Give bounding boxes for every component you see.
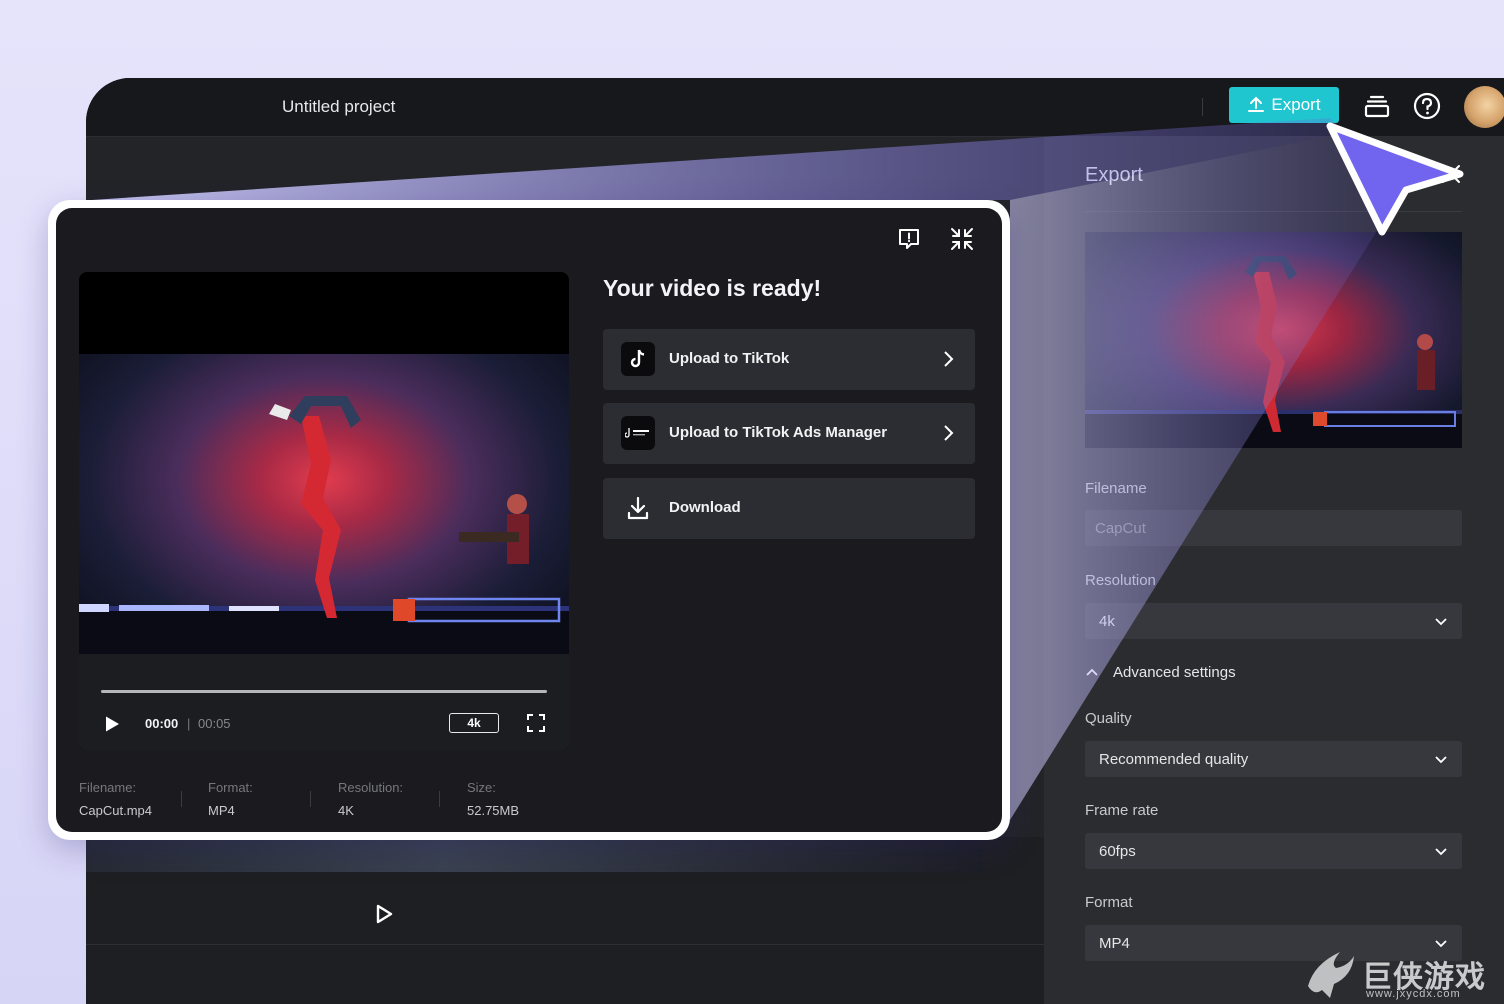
dancer-silhouette — [1085, 256, 1462, 448]
meta-size-value: 52.75MB — [467, 803, 520, 818]
resolution-label: Resolution — [1085, 572, 1156, 589]
meta-size-key: Size: — [467, 780, 496, 795]
meta-filename-value: CapCut.mp4 — [79, 803, 152, 818]
filename-input[interactable]: CapCut — [1085, 510, 1462, 546]
frame-rate-select[interactable]: 60fps — [1085, 833, 1462, 869]
watermark-url: www.jxycdx.com — [1366, 988, 1461, 1000]
tiktok-business-icon — [621, 416, 655, 450]
frame-rate-label: Frame rate — [1085, 802, 1159, 819]
advanced-settings-toggle[interactable]: Advanced settings — [1085, 664, 1236, 681]
meta-filename: Filename: CapCut.mp4 — [79, 780, 152, 818]
video-player[interactable]: 00:00 | 00:05 4k — [79, 272, 569, 751]
quality-value: Recommended quality — [1099, 750, 1249, 768]
download-button[interactable]: Download — [603, 478, 975, 539]
filename-label: Filename — [1085, 480, 1147, 497]
meta-resolution-value: 4K — [338, 803, 354, 818]
chevron-right-icon — [944, 351, 954, 367]
play-icon[interactable] — [103, 715, 121, 733]
upload-tiktok-label: Upload to TikTok — [669, 350, 790, 367]
meta-format-key: Format: — [208, 780, 253, 795]
export-panel-title: Export — [1085, 164, 1143, 186]
meta-format: Format: MP4 — [208, 780, 253, 818]
cursor-pointer-icon — [1326, 122, 1464, 236]
quality-label: Quality — [1085, 710, 1132, 727]
chevron-down-icon — [1435, 618, 1447, 626]
meta-size: Size: 52.75MB — [467, 780, 519, 818]
fullscreen-icon[interactable] — [527, 714, 545, 732]
chevron-down-icon — [1435, 848, 1447, 856]
collapse-icon[interactable] — [949, 226, 975, 252]
quality-select[interactable]: Recommended quality — [1085, 741, 1462, 777]
export-ready-modal: 00:00 | 00:05 4k Your video is ready! Up… — [56, 208, 1002, 832]
upload-tiktok-button[interactable]: Upload to TikTok — [603, 329, 975, 390]
meta-resolution: Resolution: 4K — [338, 780, 403, 818]
meta-separator — [439, 791, 440, 807]
feedback-icon[interactable] — [896, 226, 922, 252]
help-icon[interactable] — [1412, 91, 1442, 121]
video-thumbnail — [1085, 232, 1462, 448]
upload-icon — [1248, 96, 1265, 112]
watermark-logo-icon — [1308, 952, 1354, 998]
format-label: Format — [1085, 894, 1133, 911]
timeline-divider — [86, 944, 1044, 945]
video-frame — [79, 354, 569, 654]
watermark: 巨侠游戏 www.jxycdx.com — [1300, 946, 1504, 1004]
filename-value: CapCut — [1095, 519, 1146, 537]
play-icon[interactable] — [372, 902, 396, 926]
timeline-preview-strip — [86, 838, 982, 872]
avatar[interactable] — [1464, 86, 1504, 128]
export-panel: Export Filename CapCut Resolution 4k Adv… — [1044, 137, 1504, 1004]
project-title[interactable]: Untitled project — [282, 97, 395, 117]
download-icon — [621, 491, 655, 525]
export-button-label: Export — [1271, 95, 1321, 114]
meta-resolution-key: Resolution: — [338, 780, 404, 795]
upload-tiktok-ads-label: Upload to TikTok Ads Manager — [669, 424, 888, 441]
upload-tiktok-ads-button[interactable]: Upload to TikTok Ads Manager — [603, 403, 975, 464]
progress-bar[interactable] — [101, 690, 547, 693]
current-time: 00:00 — [145, 716, 179, 731]
meta-separator — [181, 791, 182, 807]
resolution-select[interactable]: 4k — [1085, 603, 1462, 639]
duration: 00:05 — [198, 716, 231, 731]
advanced-settings-label: Advanced settings — [1113, 664, 1236, 681]
meta-separator — [310, 791, 311, 807]
resolution-value: 4k — [1099, 612, 1115, 630]
download-label: Download — [669, 499, 741, 516]
player-controls: 00:00 | 00:05 4k — [79, 654, 569, 751]
chevron-right-icon — [944, 425, 954, 441]
time-separator: | — [187, 716, 191, 731]
format-value: MP4 — [1099, 934, 1130, 952]
top-bar: Untitled project Export — [86, 78, 1504, 137]
dancer-scene — [79, 396, 569, 654]
frame-rate-value: 60fps — [1099, 842, 1136, 860]
meta-filename-key: Filename: — [79, 780, 137, 795]
meta-format-value: MP4 — [208, 803, 235, 818]
ready-title: Your video is ready! — [603, 275, 822, 301]
tiktok-icon — [621, 342, 655, 376]
chevron-up-icon — [1086, 668, 1098, 676]
topbar-divider — [1202, 98, 1203, 116]
chevron-down-icon — [1435, 756, 1447, 764]
resolution-badge[interactable]: 4k — [449, 713, 499, 733]
